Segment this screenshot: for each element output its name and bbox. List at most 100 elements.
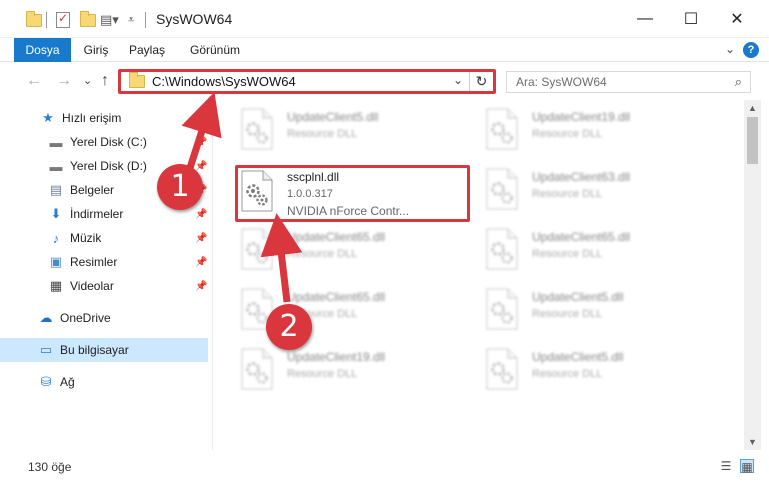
drive-icon: ▬: [49, 134, 63, 150]
pin-icon[interactable]: 📌: [195, 281, 207, 292]
folder-icon[interactable]: [26, 10, 42, 27]
chevron-down-icon[interactable]: ⌄: [453, 73, 463, 87]
file-item[interactable]: UpdateClient63.dll Resource DLL: [484, 164, 724, 224]
properties-icon[interactable]: [56, 11, 70, 28]
tab-home[interactable]: Giriş: [78, 38, 114, 62]
sidebar-item-label: Ağ: [60, 375, 75, 389]
forward-arrow-icon[interactable]: →: [56, 72, 72, 90]
dll-file-icon: [486, 288, 518, 330]
file-type: Resource DLL: [532, 308, 603, 320]
customize-toolbar-icon[interactable]: ▤▾: [100, 10, 119, 30]
status-bar: 130 öğe ☰ ▦: [0, 450, 769, 493]
close-button[interactable]: ✕: [714, 0, 760, 38]
ribbon: Dosya Giriş Paylaş Görünüm ⌄ ?: [0, 38, 769, 98]
ribbon-collapse-icon[interactable]: ⌄: [725, 42, 735, 56]
step-badge-2: 2: [266, 304, 312, 350]
dll-file-icon: [486, 228, 518, 270]
file-name: UpdateClient65.dll: [287, 230, 386, 244]
network-icon: ⛁: [40, 374, 52, 389]
scroll-thumb[interactable]: [747, 117, 758, 164]
scroll-up-icon[interactable]: ▲: [744, 103, 761, 113]
dll-file-icon: [486, 348, 518, 390]
details-view-icon[interactable]: ☰: [719, 459, 733, 473]
file-name: UpdateClient19.dll: [532, 110, 631, 124]
sidebar-item[interactable]: ▬ Yerel Disk (C:) 📌: [0, 130, 208, 154]
new-folder-icon[interactable]: [80, 10, 96, 27]
file-name: UpdateClient65.dll: [532, 230, 631, 244]
tab-view[interactable]: Görünüm: [184, 38, 246, 62]
file-type: Resource DLL: [287, 128, 358, 140]
recent-locations-icon[interactable]: ⌄: [83, 74, 92, 87]
tab-share[interactable]: Paylaş: [124, 38, 170, 62]
sidebar-item[interactable]: ▭ Bu bilgisayar: [0, 338, 208, 362]
file-description: NVIDIA nForce Contr...: [287, 204, 410, 218]
dll-file-icon: [241, 228, 273, 270]
quick-access-toolbar: [26, 10, 42, 30]
folder-icon: [129, 72, 145, 88]
search-input[interactable]: Ara: SysWOW64 ⌕: [506, 71, 751, 93]
item-count: 130 öğe: [28, 460, 72, 474]
tiles-view-icon[interactable]: ▦: [740, 459, 754, 474]
file-item[interactable]: UpdateClient5.dll Resource DLL: [484, 284, 724, 344]
file-item[interactable]: UpdateClient19.dll Resource DLL: [239, 344, 479, 404]
sidebar-item[interactable]: ☁ OneDrive: [0, 306, 208, 330]
title-bar: ▤▾ ⩡ SysWOW64 — ☐ ✕: [0, 0, 769, 38]
file-item[interactable]: UpdateClient5.dll Resource DLL: [239, 104, 479, 164]
file-name: UpdateClient65.dll: [287, 290, 386, 304]
help-icon[interactable]: ?: [743, 42, 759, 58]
dll-file-icon: [241, 108, 273, 150]
file-item-highlighted[interactable]: sscplnl.dll 1.0.0.317 NVIDIA nForce Cont…: [239, 166, 469, 221]
documents-icon: ▤: [49, 182, 63, 197]
pin-icon[interactable]: 📌: [195, 137, 207, 148]
separator: [145, 12, 146, 28]
address-path[interactable]: C:\Windows\SysWOW64: [152, 74, 296, 89]
address-bar[interactable]: C:\Windows\SysWOW64 ⌄ ↻: [118, 69, 496, 94]
file-name: sscplnl.dll: [287, 170, 340, 184]
sidebar-item[interactable]: ⛁ Ağ: [0, 370, 208, 394]
back-arrow-icon[interactable]: ←: [26, 72, 42, 90]
pictures-icon: ▣: [49, 254, 63, 269]
file-name: UpdateClient5.dll: [532, 350, 624, 364]
cloud-icon: ☁: [39, 310, 53, 325]
video-icon: ▦: [49, 278, 63, 293]
sidebar-item-label: Belgeler: [70, 183, 115, 197]
window-title: SysWOW64: [156, 11, 233, 27]
navigation-bar: ← → ⌄ ↑ C:\Windows\SysWOW64 ⌄ ↻ Ara: Sys…: [0, 62, 769, 100]
sidebar-item-label: İndirmeler: [70, 207, 124, 221]
sidebar-item-label: Yerel Disk (C:): [70, 135, 147, 149]
download-icon: ⬇: [50, 206, 62, 221]
sidebar-item[interactable]: ▣ Resimler 📌: [0, 250, 208, 274]
file-type: Resource DLL: [532, 188, 603, 200]
search-icon[interactable]: ⌕: [735, 74, 742, 90]
sidebar-item[interactable]: ★ Hızlı erişim: [0, 106, 208, 130]
file-item[interactable]: UpdateClient65.dll Resource DLL: [484, 224, 724, 284]
up-arrow-icon[interactable]: ↑: [101, 72, 109, 90]
navigation-pane: ★ Hızlı erişim ▬ Yerel Disk (C:) 📌 ▬ Yerel Dis…: [0, 100, 213, 450]
pin-icon[interactable]: 📌: [195, 257, 207, 268]
sidebar-item[interactable]: ▦ Videolar 📌: [0, 274, 208, 298]
file-item[interactable]: UpdateClient65.dll Resource DLL: [239, 224, 479, 284]
toolbar-dropdown-icon[interactable]: ⩡: [128, 10, 134, 30]
refresh-icon[interactable]: ↻: [469, 72, 493, 91]
file-type: Resource DLL: [532, 128, 603, 140]
sidebar-item-label: Resimler: [70, 255, 118, 269]
minimize-button[interactable]: —: [622, 0, 668, 38]
pin-icon[interactable]: 📌: [195, 233, 207, 244]
dll-file-icon: [241, 348, 273, 390]
sidebar-item[interactable]: ♪ Müzik 📌: [0, 226, 208, 250]
maximize-button[interactable]: ☐: [668, 0, 714, 38]
scroll-down-icon[interactable]: ▼: [744, 437, 761, 447]
step-badge-1: 1: [157, 164, 203, 210]
pin-icon[interactable]: 📌: [195, 209, 207, 220]
file-name: UpdateClient5.dll: [287, 110, 379, 124]
pin-icon[interactable]: 📌: [195, 161, 207, 172]
file-type: Resource DLL: [287, 368, 358, 380]
file-item[interactable]: UpdateClient19.dll Resource DLL: [484, 104, 724, 164]
file-type: Resource DLL: [532, 368, 603, 380]
vertical-scrollbar[interactable]: ▲ ▼: [744, 100, 761, 450]
search-placeholder: Ara: SysWOW64: [516, 75, 607, 89]
file-item[interactable]: UpdateClient5.dll Resource DLL: [484, 344, 724, 404]
file-type: Resource DLL: [532, 248, 603, 260]
file-name: UpdateClient5.dll: [532, 290, 624, 304]
sidebar-item-label: Bu bilgisayar: [60, 343, 129, 357]
